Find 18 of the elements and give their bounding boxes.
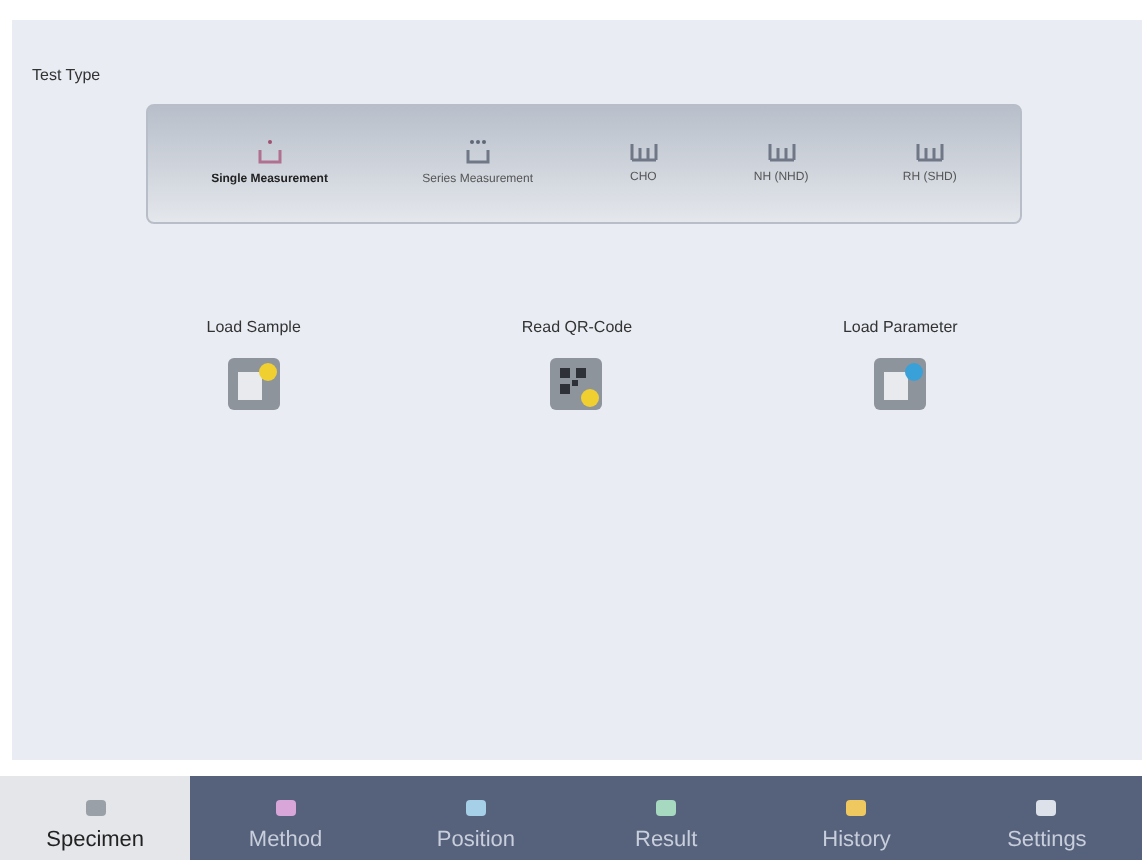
- section-title: Test Type: [32, 64, 101, 88]
- action-label: Load Sample: [206, 316, 301, 340]
- action-label: Read QR-Code: [521, 316, 633, 340]
- nav-tab[interactable]: Result: [571, 776, 762, 860]
- nav-tab[interactable]: Method: [190, 776, 381, 860]
- action-label: Load Parameter: [842, 316, 958, 340]
- sensor-icon: [765, 140, 798, 164]
- document-icon[interactable]: [225, 356, 282, 412]
- sensor-icon: [913, 140, 946, 164]
- cuvette-icon: [253, 138, 286, 166]
- sensor-icon: [627, 140, 660, 164]
- cuvette-icon: [461, 138, 494, 166]
- nav-tab[interactable]: Specimen: [0, 776, 191, 860]
- nav-tab[interactable]: Settings: [951, 776, 1142, 860]
- document-icon[interactable]: [872, 356, 929, 412]
- nav-tab[interactable]: Position: [380, 776, 572, 860]
- qr-code-icon[interactable]: [548, 356, 605, 412]
- nav-tab[interactable]: History: [761, 776, 952, 860]
